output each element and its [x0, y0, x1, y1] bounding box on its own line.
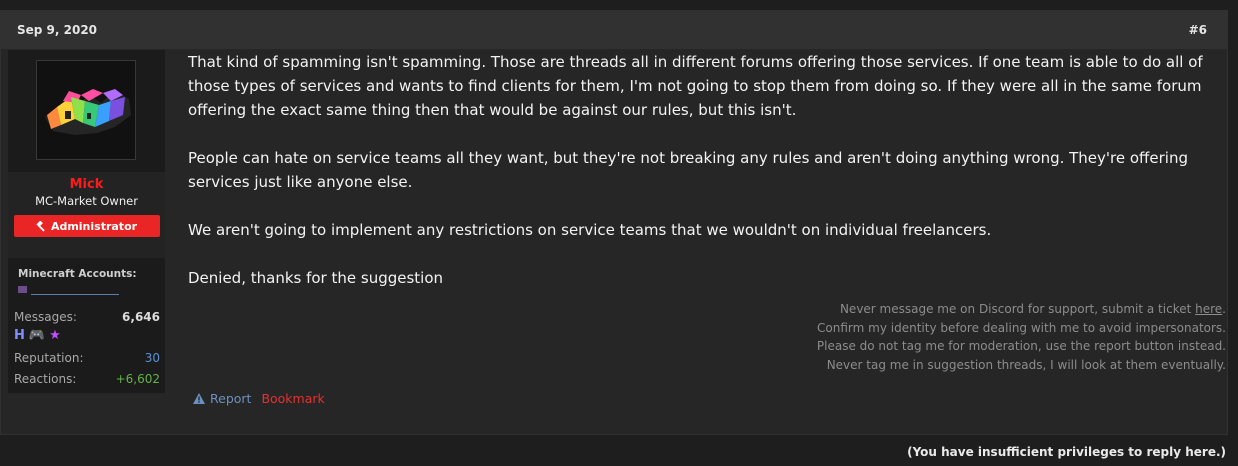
reactions-value: +6,602: [115, 372, 160, 386]
post-paragraph: People can hate on service teams all the…: [188, 149, 1188, 191]
warning-icon: [193, 393, 205, 404]
signature-line-4: Never tag me in suggestion threads, I wi…: [826, 357, 1226, 372]
user-info: Mick MC-Market Owner Administrator: [8, 172, 165, 258]
signature-line-1-end: .: [1222, 302, 1226, 316]
stat-reputation: Reputation: 30: [14, 351, 160, 365]
messages-label: Messages:: [14, 310, 77, 324]
report-button[interactable]: Report: [193, 391, 251, 406]
username[interactable]: Mick: [8, 177, 165, 192]
signature-line-3: Please do not tag me for moderation, use…: [816, 339, 1226, 353]
post-number[interactable]: #6: [1189, 23, 1207, 37]
signature: Never message me on Discord for support,…: [817, 300, 1226, 374]
minecraft-account-link[interactable]: [31, 286, 119, 295]
messages-value[interactable]: 6,646: [122, 310, 160, 324]
post-date[interactable]: Sep 9, 2020: [17, 23, 97, 37]
trophy-row: H 🎮 ★: [14, 328, 61, 343]
signature-line-2: Confirm my identity before dealing with …: [817, 320, 1226, 335]
bookmark-button[interactable]: Bookmark: [261, 391, 324, 406]
signature-line-1: Never message me on Discord for support,…: [817, 300, 1226, 319]
minecraft-account[interactable]: [18, 286, 119, 295]
avatar-logo-icon: [45, 89, 131, 135]
post-paragraph: Denied, thanks for the suggestion: [188, 269, 444, 287]
ticket-link[interactable]: here: [1195, 302, 1222, 316]
reactions-label: Reactions:: [14, 372, 77, 386]
post-paragraph: We aren't going to implement any restric…: [188, 221, 992, 239]
user-panel: Mick MC-Market Owner Administrator Minec…: [8, 50, 165, 393]
post-body: That kind of spamming isn't spamming. Th…: [188, 50, 1218, 314]
trophy-star-icon[interactable]: ★: [49, 328, 61, 343]
stat-reactions: Reactions: +6,602: [14, 372, 160, 386]
reply-permission-note: (You have insufficient privileges to rep…: [907, 445, 1226, 459]
trophy-gamepad-icon[interactable]: 🎮: [29, 328, 45, 343]
role-banner: Administrator: [13, 215, 160, 237]
avatar[interactable]: [36, 60, 136, 160]
minecraft-head-icon: [18, 286, 27, 293]
reputation-label: Reputation:: [14, 351, 84, 365]
signature-line-1-text: Never message me on Discord for support,…: [839, 302, 1196, 316]
hammer-icon: [36, 220, 45, 232]
stat-messages: Messages: 6,646: [14, 310, 160, 324]
post-header: Sep 9, 2020 #6: [1, 11, 1227, 49]
reputation-value[interactable]: 30: [145, 351, 160, 365]
report-label: Report: [210, 391, 252, 406]
trophy-h-icon[interactable]: H: [14, 328, 25, 343]
post-paragraph: That kind of spamming isn't spamming. Th…: [188, 53, 1203, 119]
post-actions: Report Bookmark: [193, 391, 325, 406]
user-title: MC-Market Owner: [35, 194, 138, 208]
role-label: Administrator: [50, 219, 138, 233]
minecraft-accounts-label: Minecraft Accounts:: [18, 268, 137, 280]
